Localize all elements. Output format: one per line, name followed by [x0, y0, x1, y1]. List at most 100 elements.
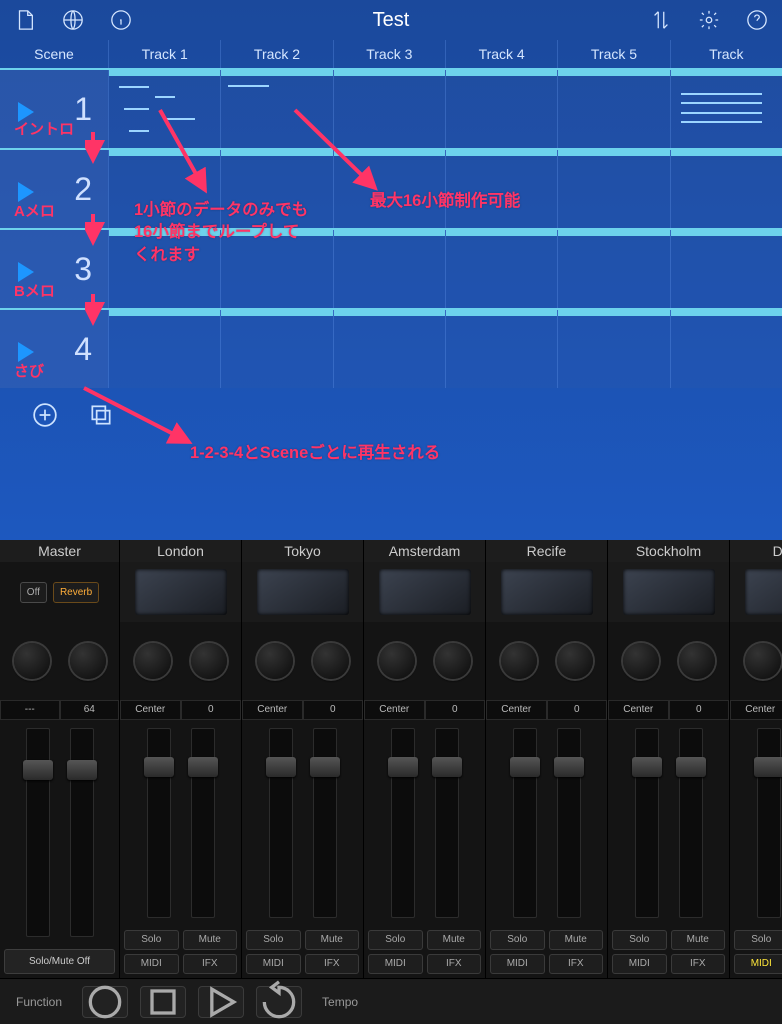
- channel-name[interactable]: Darwi: [730, 540, 782, 562]
- swap-icon[interactable]: [650, 9, 672, 31]
- solo-button[interactable]: Solo: [246, 930, 301, 950]
- ifx-button[interactable]: IFX: [549, 954, 604, 974]
- track-header-6[interactable]: Track: [670, 40, 782, 68]
- loop-button[interactable]: [256, 986, 302, 1018]
- clip-slot[interactable]: [670, 230, 782, 308]
- clip-slot[interactable]: [445, 70, 557, 148]
- fader[interactable]: [635, 728, 659, 918]
- send-knob[interactable]: [313, 643, 349, 679]
- mute-button[interactable]: Mute: [549, 930, 604, 950]
- clip-slot[interactable]: [108, 230, 220, 308]
- fader[interactable]: [679, 728, 703, 918]
- send-knob[interactable]: [557, 643, 593, 679]
- channel-name[interactable]: Recife: [486, 540, 607, 562]
- solo-button[interactable]: Solo: [612, 930, 667, 950]
- device-thumbnail[interactable]: [745, 569, 782, 615]
- device-thumbnail[interactable]: [135, 569, 227, 615]
- mute-button[interactable]: Mute: [427, 930, 482, 950]
- pan-knob[interactable]: [501, 643, 537, 679]
- clip-slot[interactable]: [557, 150, 669, 228]
- clip-slot[interactable]: [670, 310, 782, 388]
- midi-button[interactable]: MIDI: [734, 954, 782, 974]
- midi-button[interactable]: MIDI: [490, 954, 545, 974]
- knob[interactable]: [70, 643, 106, 679]
- device-thumbnail[interactable]: [623, 569, 715, 615]
- fader[interactable]: [70, 728, 94, 937]
- midi-button[interactable]: MIDI: [246, 954, 301, 974]
- fader[interactable]: [557, 728, 581, 918]
- clip-slot[interactable]: [670, 70, 782, 148]
- mute-button[interactable]: Mute: [305, 930, 360, 950]
- info-icon[interactable]: [110, 9, 132, 31]
- clip-slot[interactable]: [445, 150, 557, 228]
- gear-icon[interactable]: [698, 9, 720, 31]
- midi-button[interactable]: MIDI: [368, 954, 423, 974]
- clip-slot[interactable]: [445, 230, 557, 308]
- fader[interactable]: [26, 728, 50, 937]
- pan-knob[interactable]: [135, 643, 171, 679]
- channel-name[interactable]: Amsterdam: [364, 540, 485, 562]
- device-thumbnail[interactable]: [501, 569, 593, 615]
- master-reverb-button[interactable]: Reverb: [53, 582, 99, 603]
- midi-button[interactable]: MIDI: [612, 954, 667, 974]
- clip-slot[interactable]: [108, 150, 220, 228]
- channel-name[interactable]: Stockholm: [608, 540, 729, 562]
- new-file-icon[interactable]: [14, 9, 36, 31]
- clip-slot[interactable]: [557, 310, 669, 388]
- pan-knob[interactable]: [745, 643, 781, 679]
- clip-slot[interactable]: [333, 150, 445, 228]
- scene-play-button[interactable]: [18, 342, 34, 362]
- play-button[interactable]: [198, 986, 244, 1018]
- clip-slot[interactable]: [333, 70, 445, 148]
- scene-play-button[interactable]: [18, 262, 34, 282]
- clip-slot[interactable]: [220, 310, 332, 388]
- track-header-2[interactable]: Track 2: [220, 40, 332, 68]
- mute-button[interactable]: Mute: [183, 930, 238, 950]
- midi-button[interactable]: MIDI: [124, 954, 179, 974]
- send-knob[interactable]: [435, 643, 471, 679]
- help-icon[interactable]: [746, 9, 768, 31]
- solo-button[interactable]: Solo: [734, 930, 782, 950]
- ifx-button[interactable]: IFX: [183, 954, 238, 974]
- record-button[interactable]: [82, 986, 128, 1018]
- function-label[interactable]: Function: [8, 995, 70, 1009]
- clip-slot[interactable]: [670, 150, 782, 228]
- clip-slot[interactable]: [220, 150, 332, 228]
- track-header-1[interactable]: Track 1: [108, 40, 220, 68]
- fader[interactable]: [147, 728, 171, 918]
- add-scene-button[interactable]: [32, 402, 58, 428]
- fader[interactable]: [191, 728, 215, 918]
- clip-slot[interactable]: [220, 230, 332, 308]
- pan-knob[interactable]: [379, 643, 415, 679]
- track-header-5[interactable]: Track 5: [557, 40, 669, 68]
- clip-slot[interactable]: [108, 70, 220, 148]
- fader[interactable]: [391, 728, 415, 918]
- clip-slot[interactable]: [333, 310, 445, 388]
- clip-slot[interactable]: [557, 230, 669, 308]
- clip-slot[interactable]: [445, 310, 557, 388]
- solo-button[interactable]: Solo: [490, 930, 545, 950]
- channel-name[interactable]: Tokyo: [242, 540, 363, 562]
- tempo-label[interactable]: Tempo: [314, 995, 366, 1009]
- knob[interactable]: [14, 643, 50, 679]
- fader[interactable]: [313, 728, 337, 918]
- solo-button[interactable]: Solo: [124, 930, 179, 950]
- channel-name[interactable]: London: [120, 540, 241, 562]
- pan-knob[interactable]: [257, 643, 293, 679]
- fader[interactable]: [757, 728, 781, 918]
- clip-slot[interactable]: [333, 230, 445, 308]
- device-thumbnail[interactable]: [257, 569, 349, 615]
- fader[interactable]: [435, 728, 459, 918]
- send-knob[interactable]: [679, 643, 715, 679]
- clip-slot[interactable]: [557, 70, 669, 148]
- ifx-button[interactable]: IFX: [427, 954, 482, 974]
- fader[interactable]: [513, 728, 537, 918]
- solo-button[interactable]: Solo: [368, 930, 423, 950]
- track-header-3[interactable]: Track 3: [333, 40, 445, 68]
- clip-slot[interactable]: [220, 70, 332, 148]
- device-thumbnail[interactable]: [379, 569, 471, 615]
- track-header-4[interactable]: Track 4: [445, 40, 557, 68]
- ifx-button[interactable]: IFX: [305, 954, 360, 974]
- globe-icon[interactable]: [62, 9, 84, 31]
- stop-button[interactable]: [140, 986, 186, 1018]
